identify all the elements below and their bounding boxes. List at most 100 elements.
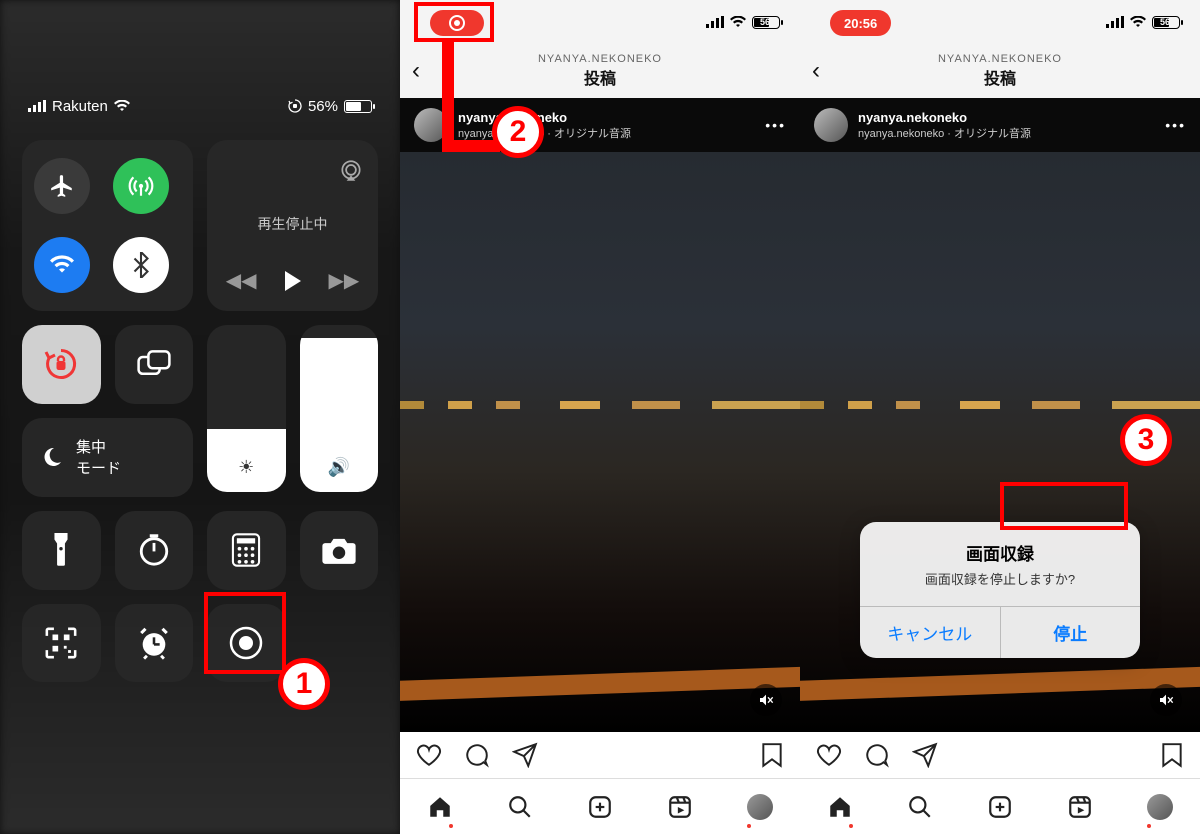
- battery-icon: [344, 100, 372, 113]
- profile-notif-dot: [1147, 824, 1151, 828]
- moon-icon: [40, 445, 64, 469]
- callout-box-2a: [414, 2, 494, 42]
- tab-search-icon[interactable]: [507, 794, 533, 820]
- orientation-lock-status-icon: [288, 99, 302, 113]
- callout-line-2: [442, 40, 454, 150]
- calculator-tile[interactable]: [207, 511, 286, 590]
- more-button[interactable]: •••: [765, 117, 786, 133]
- nav-bar: ‹ NYANYA.NEKONEKO 投稿: [800, 44, 1200, 98]
- bluetooth-toggle[interactable]: [113, 237, 169, 293]
- qr-icon: [44, 626, 78, 660]
- like-icon[interactable]: [416, 742, 442, 768]
- mute-icon: [758, 692, 774, 708]
- wifi-toggle[interactable]: [34, 237, 90, 293]
- like-icon[interactable]: [816, 742, 842, 768]
- airplay-icon[interactable]: [338, 158, 364, 184]
- tab-profile-icon[interactable]: [1147, 794, 1173, 820]
- badge-3: 3: [1120, 414, 1172, 466]
- timer-tile[interactable]: [115, 511, 194, 590]
- time-label: 20:56: [844, 16, 877, 31]
- status-right: 56: [1106, 16, 1180, 29]
- tab-profile-icon[interactable]: [747, 794, 773, 820]
- more-button[interactable]: •••: [1165, 117, 1186, 133]
- back-button[interactable]: ‹: [812, 57, 820, 85]
- tab-bar: [400, 778, 800, 834]
- tab-bar: [800, 778, 1200, 834]
- phone-3-instagram-stop-alert: 20:56 56 ‹ NYANYA.NEKONEKO 投稿 nyanya.nek…: [800, 0, 1200, 834]
- airplane-toggle[interactable]: [34, 158, 90, 214]
- tab-reels-icon[interactable]: [1067, 794, 1093, 820]
- alert-stop-button[interactable]: 停止: [1000, 607, 1141, 658]
- badge-2: 2: [492, 106, 544, 158]
- prev-icon[interactable]: ◀◀: [226, 268, 257, 293]
- nav-subtitle: NYANYA.NEKONEKO: [538, 53, 662, 65]
- next-icon[interactable]: ▶▶: [329, 268, 360, 293]
- qr-scan-tile[interactable]: [22, 604, 101, 683]
- callout-line-2b: [442, 140, 500, 152]
- avatar[interactable]: [814, 108, 848, 142]
- focus-label: 集中 モード: [76, 436, 121, 478]
- post-username[interactable]: nyanya.nekoneko: [858, 110, 1031, 125]
- home-notif-dot: [449, 824, 453, 828]
- wifi-icon: [50, 255, 74, 275]
- alarm-tile[interactable]: [115, 604, 194, 683]
- cellular-icon: [28, 100, 46, 112]
- camera-tile[interactable]: [300, 511, 379, 590]
- battery-pct: 56: [760, 17, 770, 27]
- comment-icon[interactable]: [464, 742, 490, 768]
- back-button[interactable]: ‹: [412, 57, 420, 85]
- calculator-icon: [231, 533, 261, 567]
- status-right: 56: [706, 16, 780, 29]
- alarm-icon: [137, 626, 171, 660]
- wifi-icon: [730, 16, 746, 28]
- flashlight-icon: [51, 533, 71, 567]
- post-subtitle[interactable]: nyanya.nekoneko · オリジナル音源: [858, 125, 1031, 141]
- post-actions: [800, 732, 1200, 778]
- save-icon[interactable]: [760, 742, 784, 768]
- status-bar: Rakuten 56%: [0, 92, 400, 120]
- post-actions: [400, 732, 800, 778]
- volume-slider[interactable]: 🔊: [300, 325, 379, 492]
- alert-cancel-button[interactable]: キャンセル: [860, 607, 1000, 658]
- share-icon[interactable]: [512, 742, 538, 768]
- rail-decoration: [400, 667, 800, 702]
- phone-1-control-center: Rakuten 56% 再生停止中 ◀◀ ▶▶ ☀: [0, 0, 400, 834]
- battery-pct: 56: [1160, 17, 1170, 27]
- comment-icon[interactable]: [864, 742, 890, 768]
- media-module[interactable]: 再生停止中 ◀◀ ▶▶: [207, 140, 378, 311]
- nav-bar: ‹ NYANYA.NEKONEKO 投稿: [400, 44, 800, 98]
- tab-reels-icon[interactable]: [667, 794, 693, 820]
- cellular-icon: [706, 16, 724, 28]
- focus-tile[interactable]: 集中 モード: [22, 418, 193, 498]
- badge-1: 1: [278, 658, 330, 710]
- mute-button[interactable]: [1150, 684, 1182, 716]
- carrier-label: Rakuten: [52, 98, 108, 115]
- tab-search-icon[interactable]: [907, 794, 933, 820]
- cellular-icon: [1106, 16, 1124, 28]
- post-username[interactable]: nyanya.nekoneko: [458, 110, 631, 125]
- mute-icon: [1158, 692, 1174, 708]
- alert-message: 画面収録を停止しますか?: [860, 569, 1140, 606]
- tab-home-icon[interactable]: [427, 794, 453, 820]
- recording-time-pill[interactable]: 20:56: [830, 10, 891, 36]
- flashlight-tile[interactable]: [22, 511, 101, 590]
- tab-create-icon[interactable]: [987, 794, 1013, 820]
- tab-home-icon[interactable]: [827, 794, 853, 820]
- orientation-lock-tile[interactable]: [22, 325, 101, 404]
- volume-icon: 🔊: [328, 457, 350, 478]
- post-media[interactable]: [400, 152, 800, 732]
- camera-icon: [321, 536, 357, 564]
- cellular-toggle[interactable]: [113, 158, 169, 214]
- connectivity-module[interactable]: [22, 140, 193, 311]
- tab-create-icon[interactable]: [587, 794, 613, 820]
- screen-mirroring-tile[interactable]: [115, 325, 194, 404]
- share-icon[interactable]: [912, 742, 938, 768]
- brightness-slider[interactable]: ☀: [207, 325, 286, 492]
- antenna-icon: [128, 173, 154, 199]
- stop-recording-alert: 画面収録 画面収録を停止しますか? キャンセル 停止: [860, 522, 1140, 658]
- save-icon[interactable]: [1160, 742, 1184, 768]
- play-icon[interactable]: [285, 271, 301, 291]
- post-subtitle[interactable]: nyanya.nekoneko · オリジナル音源: [458, 125, 631, 141]
- mute-button[interactable]: [750, 684, 782, 716]
- nav-subtitle: NYANYA.NEKONEKO: [938, 53, 1062, 65]
